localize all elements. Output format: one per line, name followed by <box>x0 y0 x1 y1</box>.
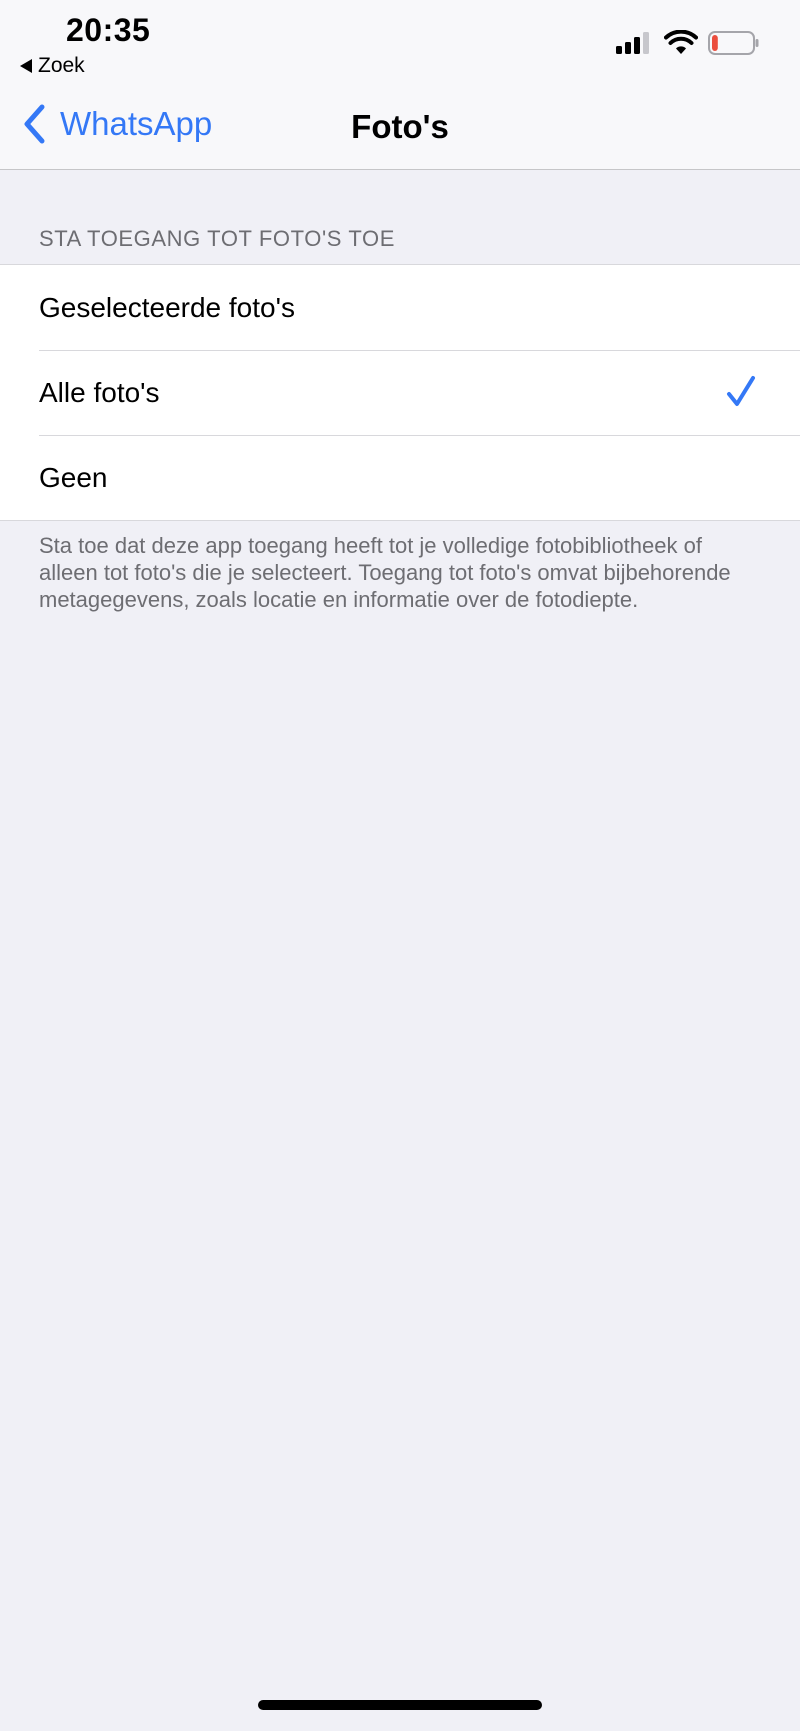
option-all-photos[interactable]: Alle foto's <box>0 350 800 435</box>
checkmark-icon <box>727 376 755 406</box>
option-label: Geen <box>39 461 108 493</box>
status-time: 20:35 <box>66 12 151 48</box>
wifi-icon <box>664 30 698 54</box>
settings-screen: 20:35 Zoek WhatsApp Foto's STA TOEGANG T… <box>0 0 800 1731</box>
battery-low-icon <box>708 31 759 55</box>
section-footer-note: Sta toe dat deze app toegang heeft tot j… <box>39 533 731 612</box>
option-selected-photos[interactable]: Geselecteerde foto's <box>0 265 800 350</box>
photo-access-options: Geselecteerde foto's Alle foto's Geen <box>0 264 800 521</box>
cellular-signal-icon <box>616 32 649 54</box>
back-to-app-label: Zoek <box>38 54 85 77</box>
page-title: Foto's <box>351 108 449 145</box>
option-label: Geselecteerde foto's <box>39 291 295 323</box>
section-header: STA TOEGANG TOT FOTO'S TOE <box>39 226 396 251</box>
option-label: Alle foto's <box>39 376 160 408</box>
home-indicator[interactable] <box>258 1700 542 1710</box>
back-triangle-icon <box>20 59 32 73</box>
navigation-bar: WhatsApp Foto's <box>0 84 800 170</box>
status-bar: 20:35 Zoek <box>0 0 800 84</box>
back-to-app-button[interactable]: Zoek <box>20 54 85 78</box>
option-none[interactable]: Geen <box>0 435 800 520</box>
